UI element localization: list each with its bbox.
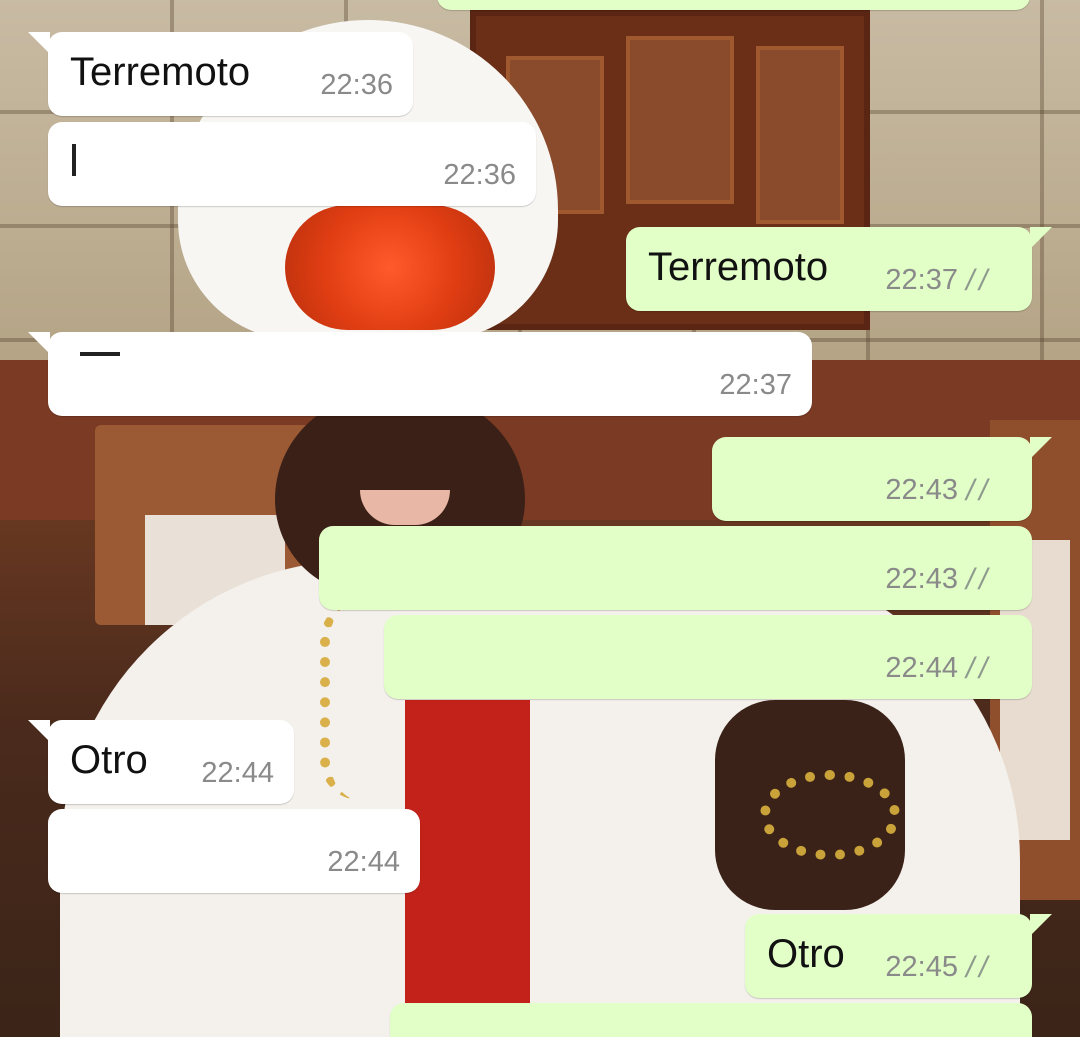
message-text: Otro <box>70 738 148 782</box>
double-check-icon: / / <box>966 562 988 596</box>
message-bubble-outgoing[interactable]: Otro 22:45 // <box>745 914 1052 998</box>
message-time: 22:43 <box>885 563 958 595</box>
message-bubble-incoming[interactable]: Otro 22:44 <box>28 720 294 804</box>
bubble-tail <box>1030 914 1052 936</box>
message-time: 22:44 <box>885 652 958 684</box>
bubble-tail <box>1030 437 1052 459</box>
bubble-tail <box>28 332 50 354</box>
double-check-icon: / / <box>966 651 988 685</box>
message-bubble-outgoing[interactable]: 22:43 // <box>712 437 1052 521</box>
bubble-tail <box>1030 227 1052 249</box>
message-time: 22:44 <box>327 846 400 878</box>
redacted-fragment <box>80 352 120 356</box>
double-check-icon: / / <box>966 473 988 507</box>
message-list[interactable]: Terremoto 22:36 22:36 Terremoto 22:37 //… <box>0 0 1080 1037</box>
double-check-icon: / / <box>966 263 988 297</box>
message-bubble-outgoing[interactable] <box>437 0 1030 10</box>
bubble-tail <box>28 32 50 54</box>
message-bubble-outgoing[interactable]: 22:43 // <box>319 526 1032 610</box>
message-text: Otro <box>767 932 845 976</box>
message-text: Terremoto <box>648 245 829 289</box>
message-bubble-incoming[interactable]: 22:37 <box>28 332 812 416</box>
message-time: 22:36 <box>320 69 393 101</box>
message-bubble-incoming[interactable]: 22:44 <box>48 809 420 893</box>
message-bubble-incoming[interactable]: Terremoto 22:36 <box>28 32 413 116</box>
message-bubble-outgoing[interactable]: Terremoto 22:37 // <box>626 227 1052 311</box>
redacted-fragment <box>72 144 76 176</box>
message-time: 22:43 <box>885 474 958 506</box>
message-bubble-outgoing[interactable] <box>390 1003 1032 1037</box>
message-time: 22:37 <box>719 369 792 401</box>
message-bubble-incoming[interactable]: 22:36 <box>48 122 536 206</box>
message-text: Terremoto <box>70 50 251 94</box>
message-bubble-outgoing[interactable]: 22:44 // <box>384 615 1032 699</box>
double-check-icon: / / <box>966 950 988 984</box>
bubble-tail <box>28 720 50 742</box>
message-time: 22:36 <box>443 159 516 191</box>
message-time: 22:45 <box>885 951 958 983</box>
message-time: 22:44 <box>201 757 274 789</box>
message-time: 22:37 <box>885 264 958 296</box>
